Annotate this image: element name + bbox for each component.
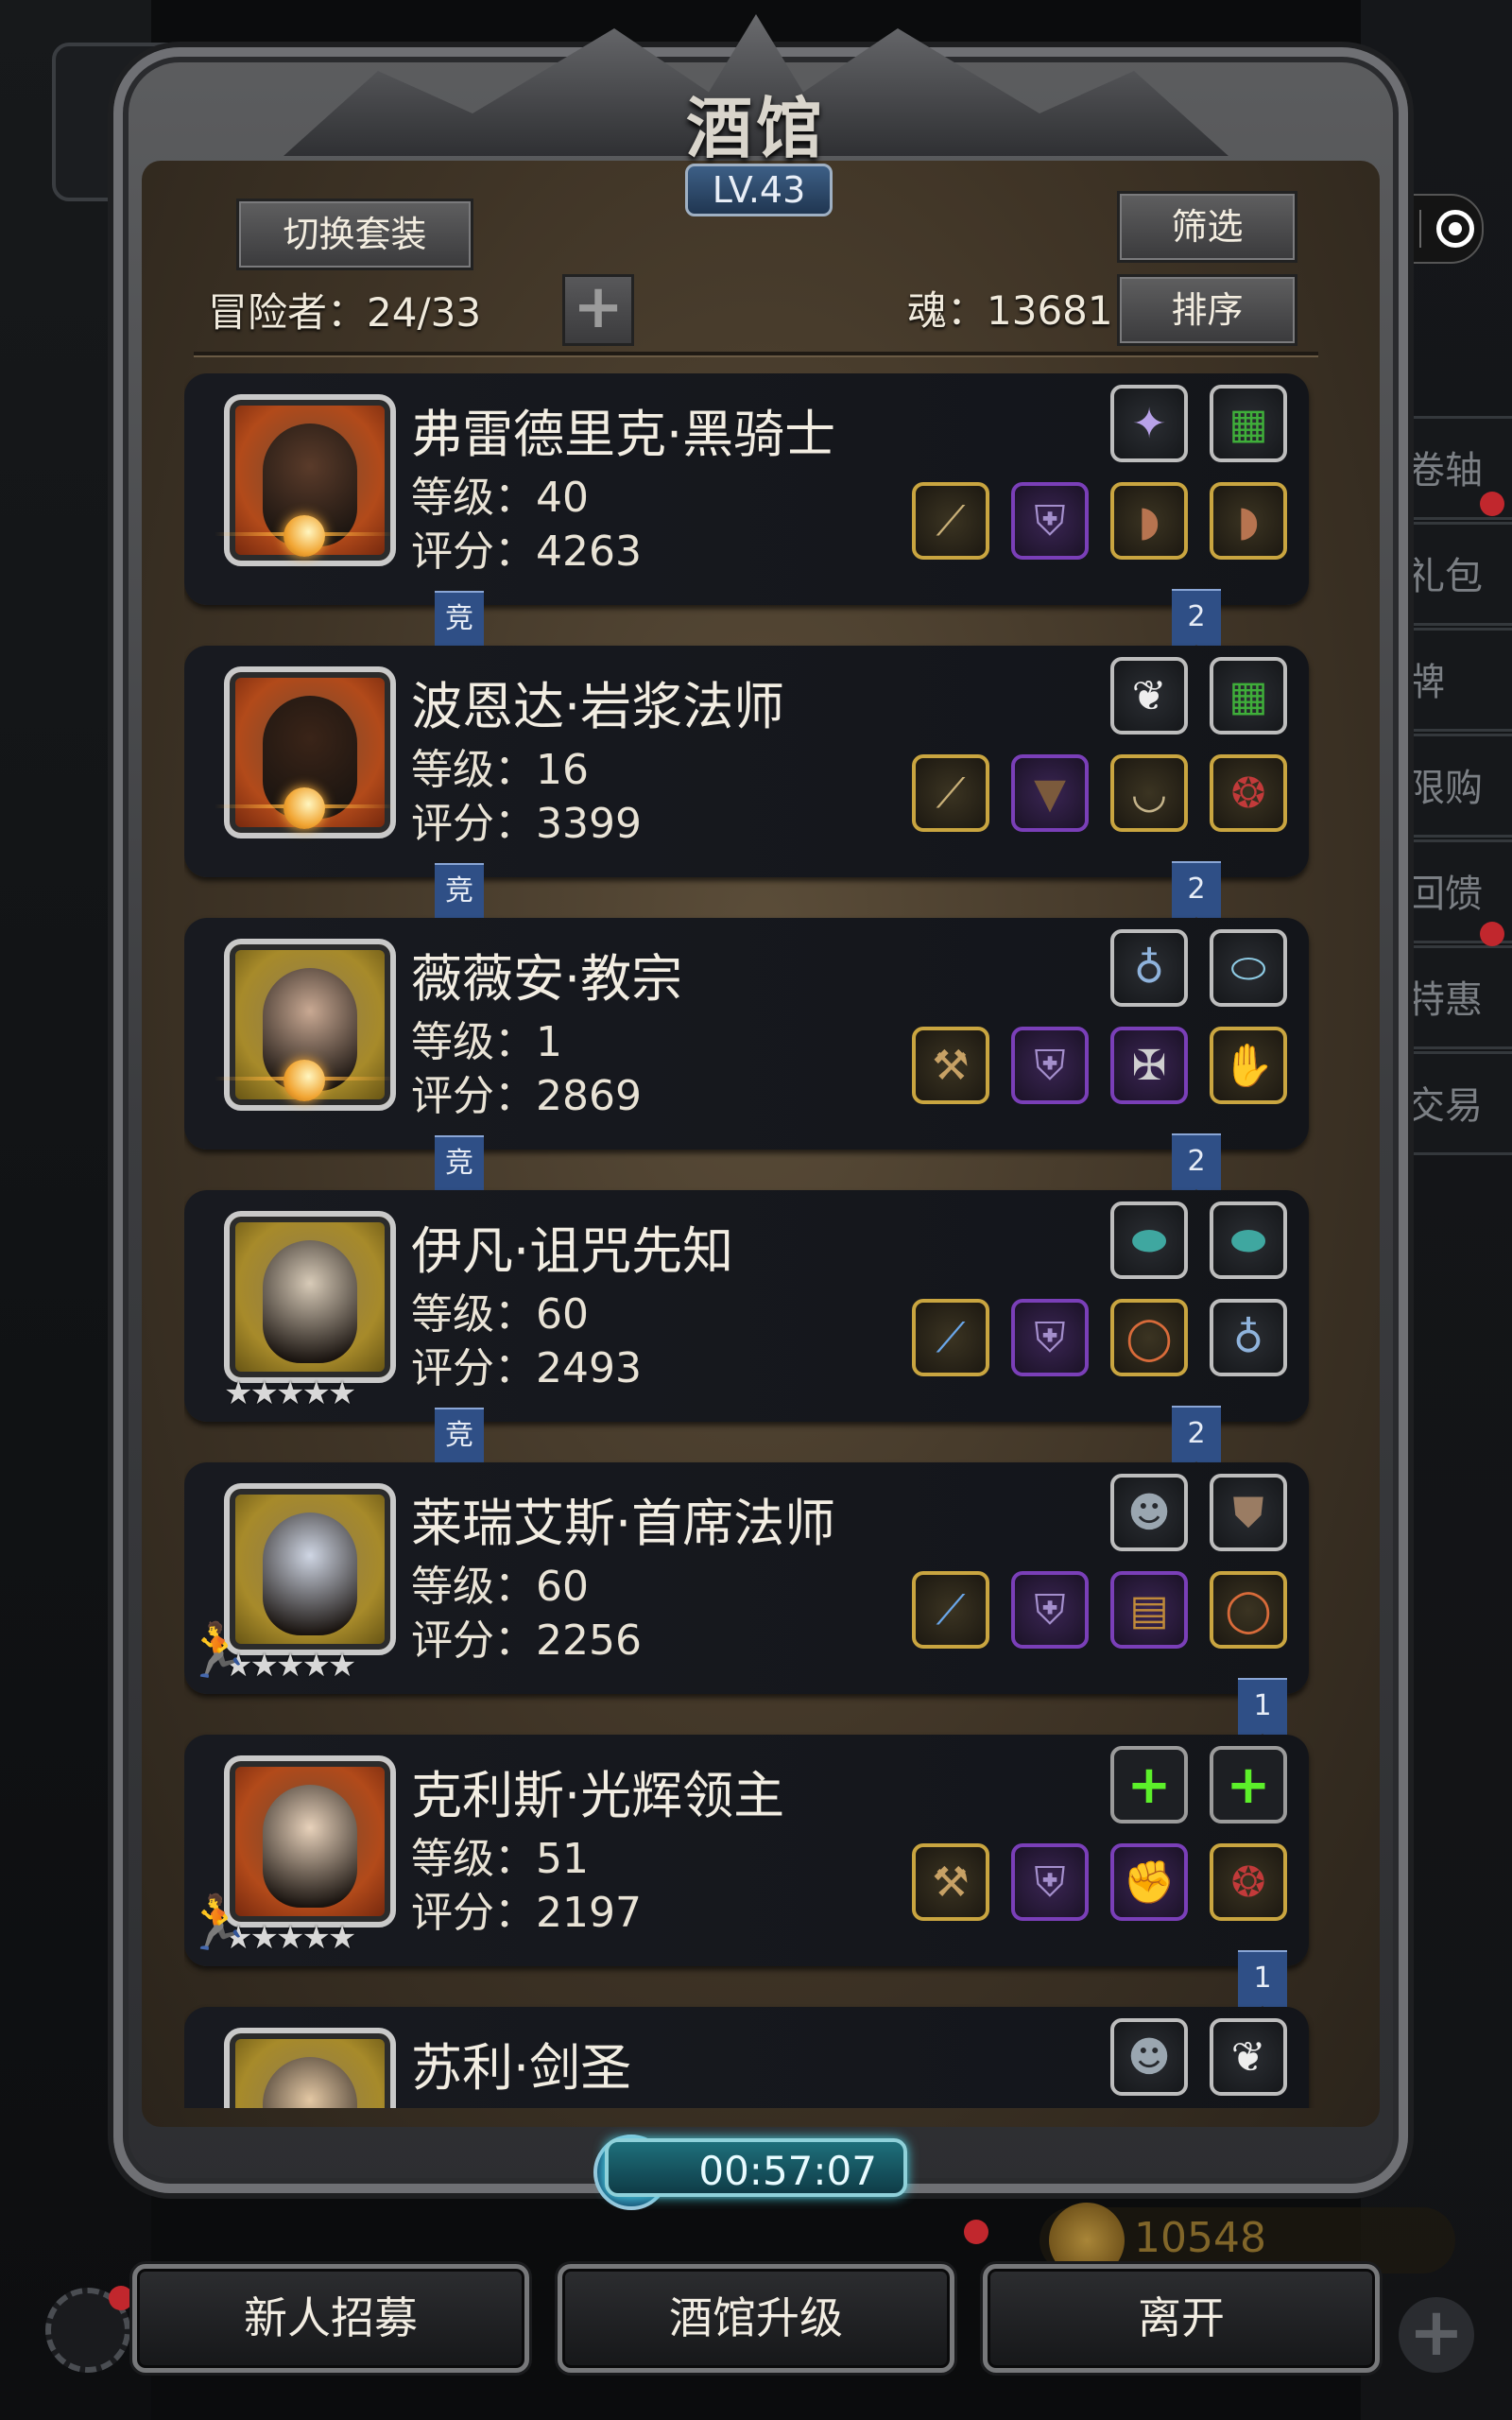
feather-icon[interactable]: ❦ <box>1210 2018 1287 2096</box>
notification-dot <box>1480 922 1504 946</box>
necklace-icon[interactable]: ◡ <box>1110 754 1188 832</box>
page-title: 酒馆 <box>686 89 826 167</box>
ring-icon[interactable]: ◯ <box>1110 1299 1188 1376</box>
hero-card[interactable]: ★★★★★ 🏃 克利斯·光辉领主 等级：51 评分：2197 + + ⚒ ⛨ ✊ ❂ <box>184 1735 1309 1966</box>
amulet-icon[interactable]: ❂ <box>1210 754 1287 832</box>
filter-button[interactable]: 筛选 <box>1117 191 1297 263</box>
hero-card[interactable]: ★★★★★ 🏃 莱瑞艾斯·首席法师 等级：60 评分：2256 ☻ ⛊ ⟋ ⛨ ▤ ◯ <box>184 1462 1309 1694</box>
ring-icon[interactable]: ◯ <box>1210 1571 1287 1649</box>
feather-icon[interactable]: ❦ <box>1110 657 1188 735</box>
staff-icon[interactable]: ⟋ <box>912 754 989 832</box>
scepter-icon[interactable]: ⟋ <box>912 1299 989 1376</box>
hero-level: 等级：60 <box>411 1290 589 1339</box>
capsule-separator <box>1418 210 1421 248</box>
crystal-icon[interactable]: ✦ <box>1110 385 1188 462</box>
amulet-icon[interactable]: ❂ <box>1210 1843 1287 1921</box>
hero-face-icon <box>263 1512 357 1635</box>
hero-name: 伊凡·诅咒先知 <box>411 1221 734 1281</box>
hero-face-icon <box>263 2057 357 2108</box>
hero-level: 等级：40 <box>411 474 589 522</box>
glove-icon[interactable]: ✋ <box>1210 1027 1287 1104</box>
armor-icon[interactable]: ⛨ <box>1011 1027 1089 1104</box>
hero-name: 弗雷德里克·黑骑士 <box>411 405 836 464</box>
hero-list[interactable]: 弗雷德里克·黑骑士 等级：40 评分：4263 ✦ ▦ ⟋ ⛨ ◗ ◗ 竞 2 波恩达·岩浆法师 等级：… <box>184 373 1328 2108</box>
tavern-level-badge: LV.43 <box>685 164 833 216</box>
soul-count: 魂：13681 <box>907 287 1113 334</box>
armor-icon[interactable]: ⛨ <box>1011 482 1089 560</box>
runner-icon: 🏃 <box>184 1620 250 1682</box>
cloak-icon[interactable]: ▼ <box>1011 754 1089 832</box>
moon-badge-icon <box>284 1060 325 1101</box>
green-card-icon[interactable]: ▦ <box>1210 385 1287 462</box>
runner-icon: 🏃 <box>184 1893 250 1954</box>
gold-amount: 10548 <box>1134 2214 1266 2262</box>
pendant-icon[interactable]: ♁ <box>1210 1299 1287 1376</box>
hero-name: 薇薇安·教宗 <box>411 949 683 1009</box>
armor-icon[interactable]: ⛨ <box>1011 1299 1089 1376</box>
hero-name: 波恩达·岩浆法师 <box>411 677 785 736</box>
hero-level: 等级：16 <box>411 746 589 794</box>
mask-icon[interactable]: ☻ <box>1110 2018 1188 2096</box>
switch-set-button[interactable]: 切换套装 <box>236 199 473 270</box>
pendant-icon[interactable]: ♁ <box>1110 929 1188 1007</box>
boot-icon[interactable]: ◗ <box>1110 482 1188 560</box>
hero-name: 苏利·剑圣 <box>411 2038 632 2098</box>
empty-icon[interactable]: + <box>1210 1746 1287 1824</box>
hero-score: 评分：2869 <box>411 1072 642 1120</box>
hero-score: 评分：3399 <box>411 800 642 848</box>
mask-icon[interactable]: ☻ <box>1110 1474 1188 1551</box>
gem-icon[interactable]: ⬬ <box>1210 1201 1287 1279</box>
hero-score: 评分：2197 <box>411 1889 642 1937</box>
refresh-timer: 00:57:07 <box>605 2138 907 2197</box>
hero-score: 评分：4263 <box>411 527 642 576</box>
hero-level: 等级：1 <box>411 1018 562 1066</box>
notification-dot <box>109 2286 133 2310</box>
hero-card[interactable]: 弗雷德里克·黑骑士等级：40 评分：4263 ✦ ▦ ⟋ ⛨ ◗ ◗ <box>184 373 1309 605</box>
armor-icon[interactable]: ⛨ <box>1011 1571 1089 1649</box>
notification-dot <box>1480 492 1504 516</box>
cross-icon[interactable]: ✠ <box>1110 1027 1188 1104</box>
chest-icon[interactable]: ▤ <box>1110 1571 1188 1649</box>
adventurer-count: 冒险者：24/33 <box>208 289 482 336</box>
recruit-button[interactable]: 新人招募 <box>132 2264 529 2373</box>
hero-portrait[interactable] <box>224 1211 396 1383</box>
close-target-icon[interactable] <box>1435 210 1474 248</box>
moon-badge-icon <box>284 515 325 557</box>
notification-dot <box>964 2220 988 2244</box>
green-card-icon[interactable]: ▦ <box>1210 657 1287 735</box>
header-divider <box>194 352 1318 355</box>
scepter-icon[interactable]: ⟋ <box>912 1571 989 1649</box>
hero-face-icon <box>263 1240 357 1363</box>
shield-icon[interactable]: ⛊ <box>1210 1474 1287 1551</box>
star-rating: ★★★★★ <box>224 1374 356 1412</box>
hero-name: 莱瑞艾斯·首席法师 <box>411 1494 836 1553</box>
staff-icon[interactable]: ⟋ <box>912 482 989 560</box>
hero-score: 评分：2256 <box>411 1616 642 1665</box>
gem-icon[interactable]: ⬬ <box>1110 1201 1188 1279</box>
hammer-icon[interactable]: ⚒ <box>912 1027 989 1104</box>
armor-icon[interactable]: ⛨ <box>1011 1843 1089 1921</box>
upgrade-tavern-button[interactable]: 酒馆升级 <box>558 2264 954 2373</box>
scroll-icon[interactable]: ⬭ <box>1210 929 1287 1007</box>
hero-portrait[interactable] <box>224 2028 396 2108</box>
hero-card[interactable]: ★★★★★ 伊凡·诅咒先知等级：60 评分：2493 ⬬ ⬬ ⟋ ⛨ ◯ ♁ <box>184 1190 1309 1422</box>
gauntlet-icon[interactable]: ✊ <box>1110 1843 1188 1921</box>
hero-name: 克利斯·光辉领主 <box>411 1766 785 1825</box>
hammer-icon[interactable]: ⚒ <box>912 1843 989 1921</box>
hero-level: 等级：60 <box>411 1563 589 1611</box>
hero-level: 等级：51 <box>411 1835 589 1883</box>
hero-card[interactable]: 波恩达·岩浆法师等级：16 评分：3399 ❦ ▦ ⟋ ▼ ◡ ❂ <box>184 646 1309 877</box>
hero-card[interactable]: 苏利·剑圣 ☻ ❦ <box>184 2007 1309 2108</box>
hero-card[interactable]: 薇薇安·教宗等级：1 评分：2869 ♁ ⬭ ⚒ ⛨ ✠ ✋ <box>184 918 1309 1150</box>
add-slot-button[interactable]: + <box>562 274 634 346</box>
hero-face-icon <box>263 1785 357 1908</box>
moon-badge-icon <box>284 787 325 829</box>
empty-icon[interactable]: + <box>1110 1746 1188 1824</box>
boot-icon[interactable]: ◗ <box>1210 482 1287 560</box>
round-plus-icon[interactable]: + <box>1399 2297 1474 2373</box>
hero-score: 评分：2493 <box>411 1344 642 1392</box>
leave-button[interactable]: 离开 <box>983 2264 1380 2373</box>
sort-button[interactable]: 排序 <box>1117 274 1297 346</box>
